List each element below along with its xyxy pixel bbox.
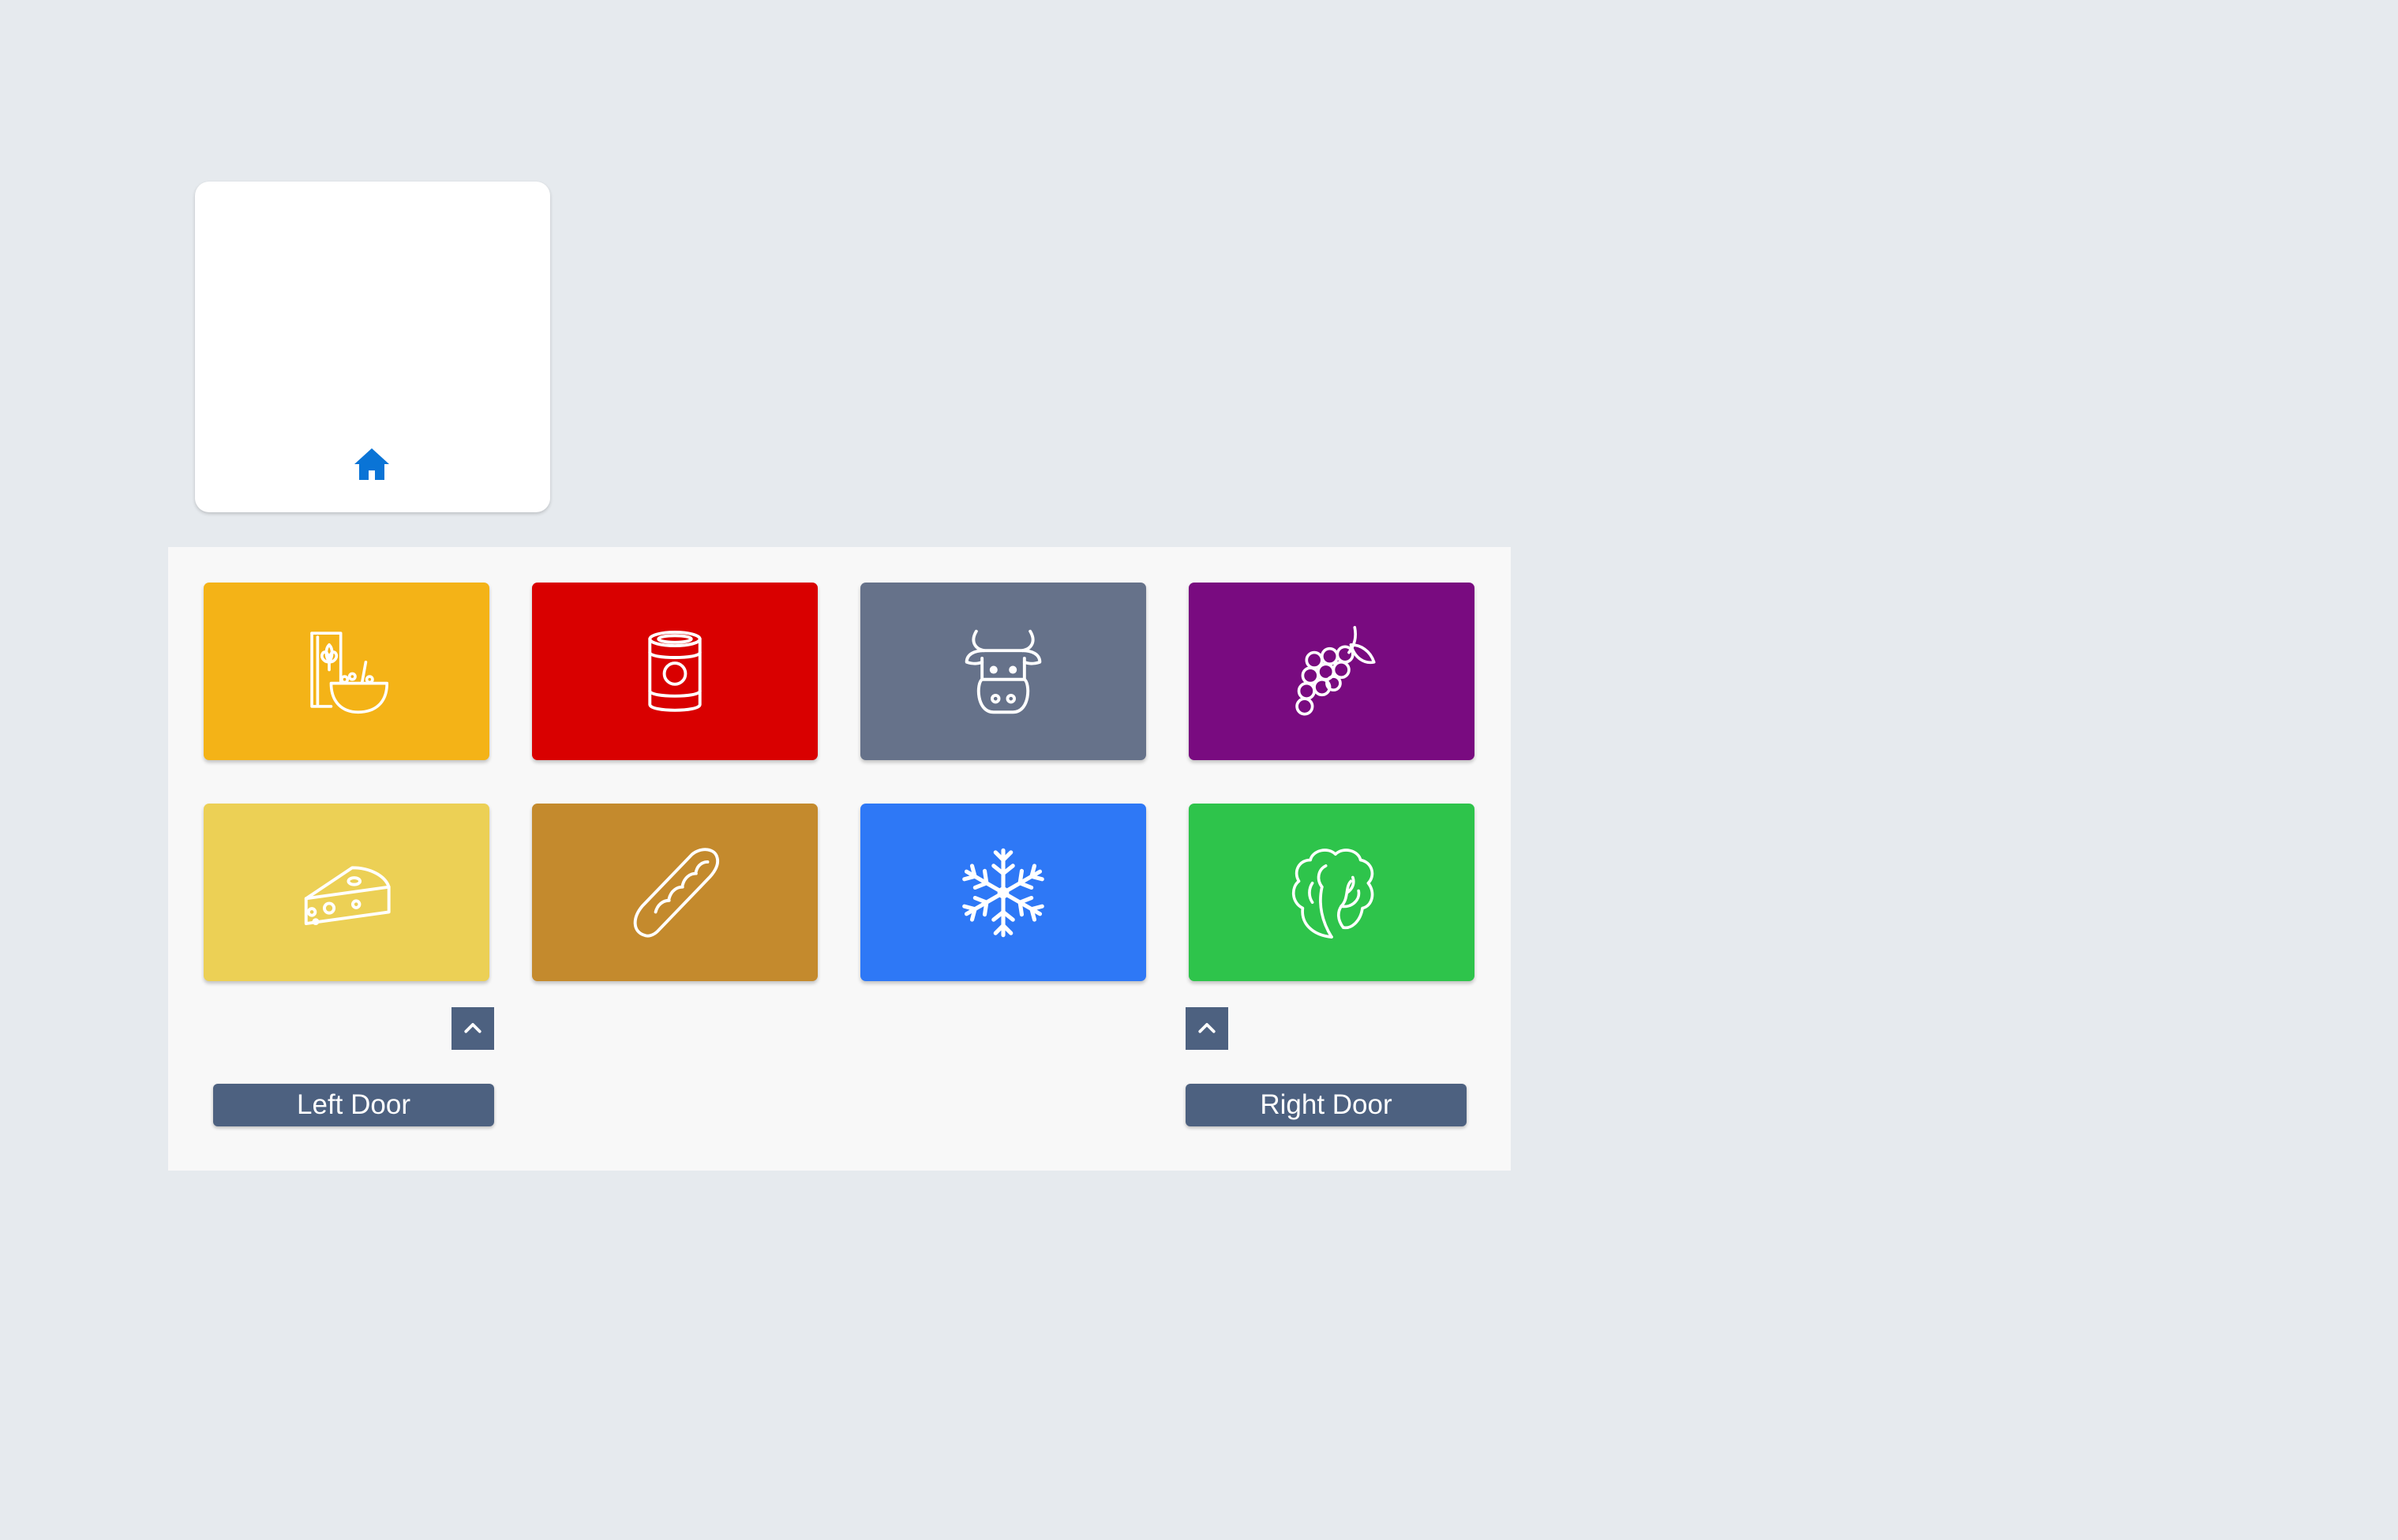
cheese-icon bbox=[304, 865, 391, 925]
left-door-toggle-button[interactable] bbox=[451, 1007, 494, 1050]
tile-breakfast-cereal[interactable] bbox=[204, 583, 489, 760]
snowflake-icon bbox=[955, 848, 1051, 941]
right-door-toggle-button[interactable] bbox=[1186, 1007, 1228, 1050]
right-door-button[interactable]: Right Door bbox=[1186, 1084, 1467, 1126]
tile-fruit[interactable] bbox=[1189, 583, 1474, 760]
home-card bbox=[195, 182, 550, 512]
grapes-icon bbox=[1295, 625, 1376, 716]
tile-vegetables[interactable] bbox=[1189, 804, 1474, 981]
tile-frozen[interactable] bbox=[860, 804, 1146, 981]
tile-cheese[interactable] bbox=[204, 804, 489, 981]
fridge-panel: Left Door Right Door bbox=[168, 547, 1511, 1171]
lettuce-icon bbox=[1291, 848, 1374, 939]
tile-dairy-milk[interactable] bbox=[860, 583, 1146, 760]
tile-canned-goods[interactable] bbox=[532, 583, 818, 760]
left-door-button[interactable]: Left Door bbox=[213, 1084, 494, 1126]
home-icon[interactable] bbox=[353, 447, 391, 481]
chevron-up-icon bbox=[464, 1023, 481, 1033]
cereal-icon bbox=[310, 631, 389, 714]
can-icon bbox=[648, 630, 702, 712]
chevron-up-icon bbox=[1198, 1023, 1216, 1033]
tile-bread[interactable] bbox=[532, 804, 818, 981]
cow-icon bbox=[965, 629, 1042, 714]
bread-icon bbox=[633, 847, 720, 938]
